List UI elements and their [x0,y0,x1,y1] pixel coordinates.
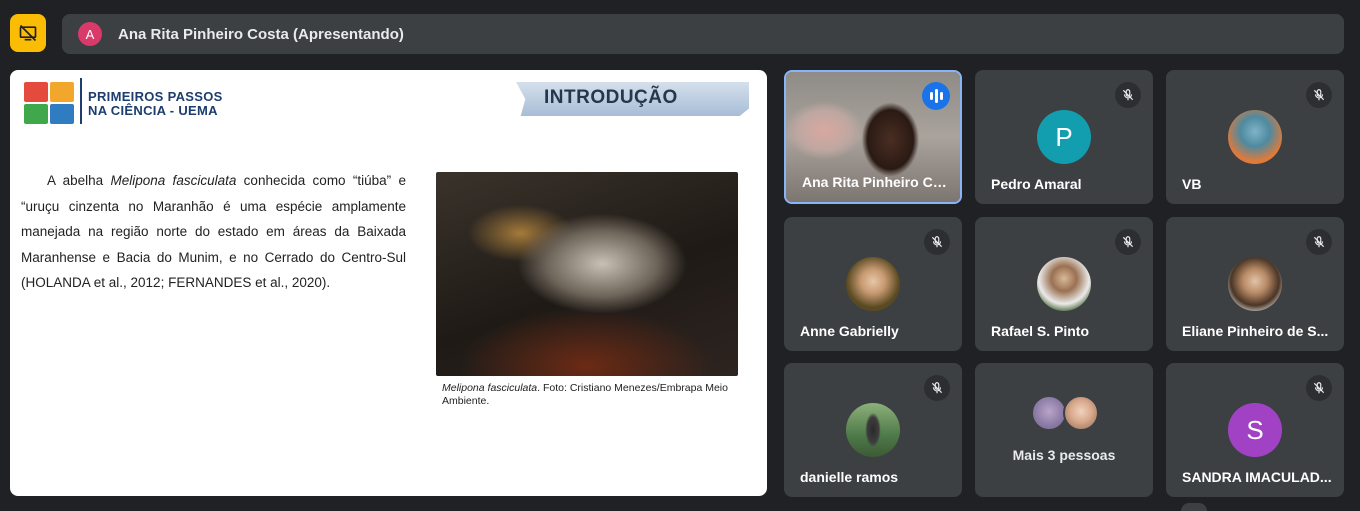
participant-name: Anne Gabrielly [800,323,899,339]
logo-text: PRIMEIROS PASSOS NA CIÊNCIA - UEMA [88,90,223,118]
mic-off-icon [1115,229,1141,255]
photo-caption: Melipona fasciculata. Foto: Cristiano Me… [442,382,752,408]
body-post: conhecida como “tiúba” e “uruçu cinzenta… [21,173,406,290]
avatar [846,403,900,457]
participant-name: Rafael S. Pinto [991,323,1090,339]
participant-name: danielle ramos [800,469,899,485]
participant-name: Ana Rita Pinheiro Co... [802,174,952,190]
logo-divider [80,78,82,124]
logo-line-1: PRIMEIROS PASSOS [88,89,223,104]
body-pre: A abelha [47,173,111,188]
avatar: P [1037,110,1091,164]
avatar: S [1228,403,1282,457]
presentation-slide: PRIMEIROS PASSOS NA CIÊNCIA - UEMA INTRO… [10,70,767,496]
caption-species: Melipona fasciculata [442,382,538,394]
more-participants-label: Mais 3 pessoas [1012,447,1116,463]
slide-body-text: A abelha Melipona fasciculata conhecida … [21,168,406,296]
participant-tile-danielle[interactable]: danielle ramos [784,363,962,497]
bee-photo [436,172,738,376]
banner-title: INTRODUÇÃO [544,87,678,108]
mic-off-icon [1306,82,1332,108]
participant-tile-anne[interactable]: Anne Gabrielly [784,217,962,351]
logo-line-2: NA CIÊNCIA - UEMA [88,103,218,118]
participant-tile-sandra[interactable]: S SANDRA IMACULAD... [1166,363,1344,497]
avatar [846,257,900,311]
mic-off-icon [924,229,950,255]
participant-tile-rafael[interactable]: Rafael S. Pinto [975,217,1153,351]
participant-name: Eliane Pinheiro de S... [1182,323,1329,339]
avatar [1037,257,1091,311]
presenter-bar: A Ana Rita Pinheiro Costa (Apresentando) [62,14,1344,54]
overflow-badge[interactable] [1181,503,1207,511]
participant-tile-vb[interactable]: VB [1166,70,1344,204]
more-participants-avatars [1031,395,1101,431]
participant-name: SANDRA IMACULAD... [1182,469,1332,485]
mic-off-icon [1115,82,1141,108]
top-bar: A Ana Rita Pinheiro Costa (Apresentando) [0,0,1360,66]
participant-tile-eliane[interactable]: Eliane Pinheiro de S... [1166,217,1344,351]
participant-name: Pedro Amaral [991,176,1082,192]
mic-off-icon [1306,375,1332,401]
participant-tile-pedro[interactable]: P Pedro Amaral [975,70,1153,204]
participant-name: VB [1182,176,1202,192]
section-banner: INTRODUÇÃO [516,82,749,116]
stop-presenting-button[interactable] [10,14,46,52]
stop-presenting-icon [19,24,37,42]
participant-tile-ana-rita[interactable]: Ana Rita Pinheiro Co... [784,70,962,204]
uema-logo [24,82,74,124]
more-participants-tile[interactable]: Mais 3 pessoas [975,363,1153,497]
presenter-avatar: A [78,22,102,46]
avatar [1228,257,1282,311]
speaking-indicator-icon [922,82,950,110]
avatar [1228,110,1282,164]
presenter-name: Ana Rita Pinheiro Costa (Apresentando) [118,25,404,43]
mic-off-icon [924,375,950,401]
mic-off-icon [1306,229,1332,255]
body-species: Melipona fasciculata [110,173,237,188]
